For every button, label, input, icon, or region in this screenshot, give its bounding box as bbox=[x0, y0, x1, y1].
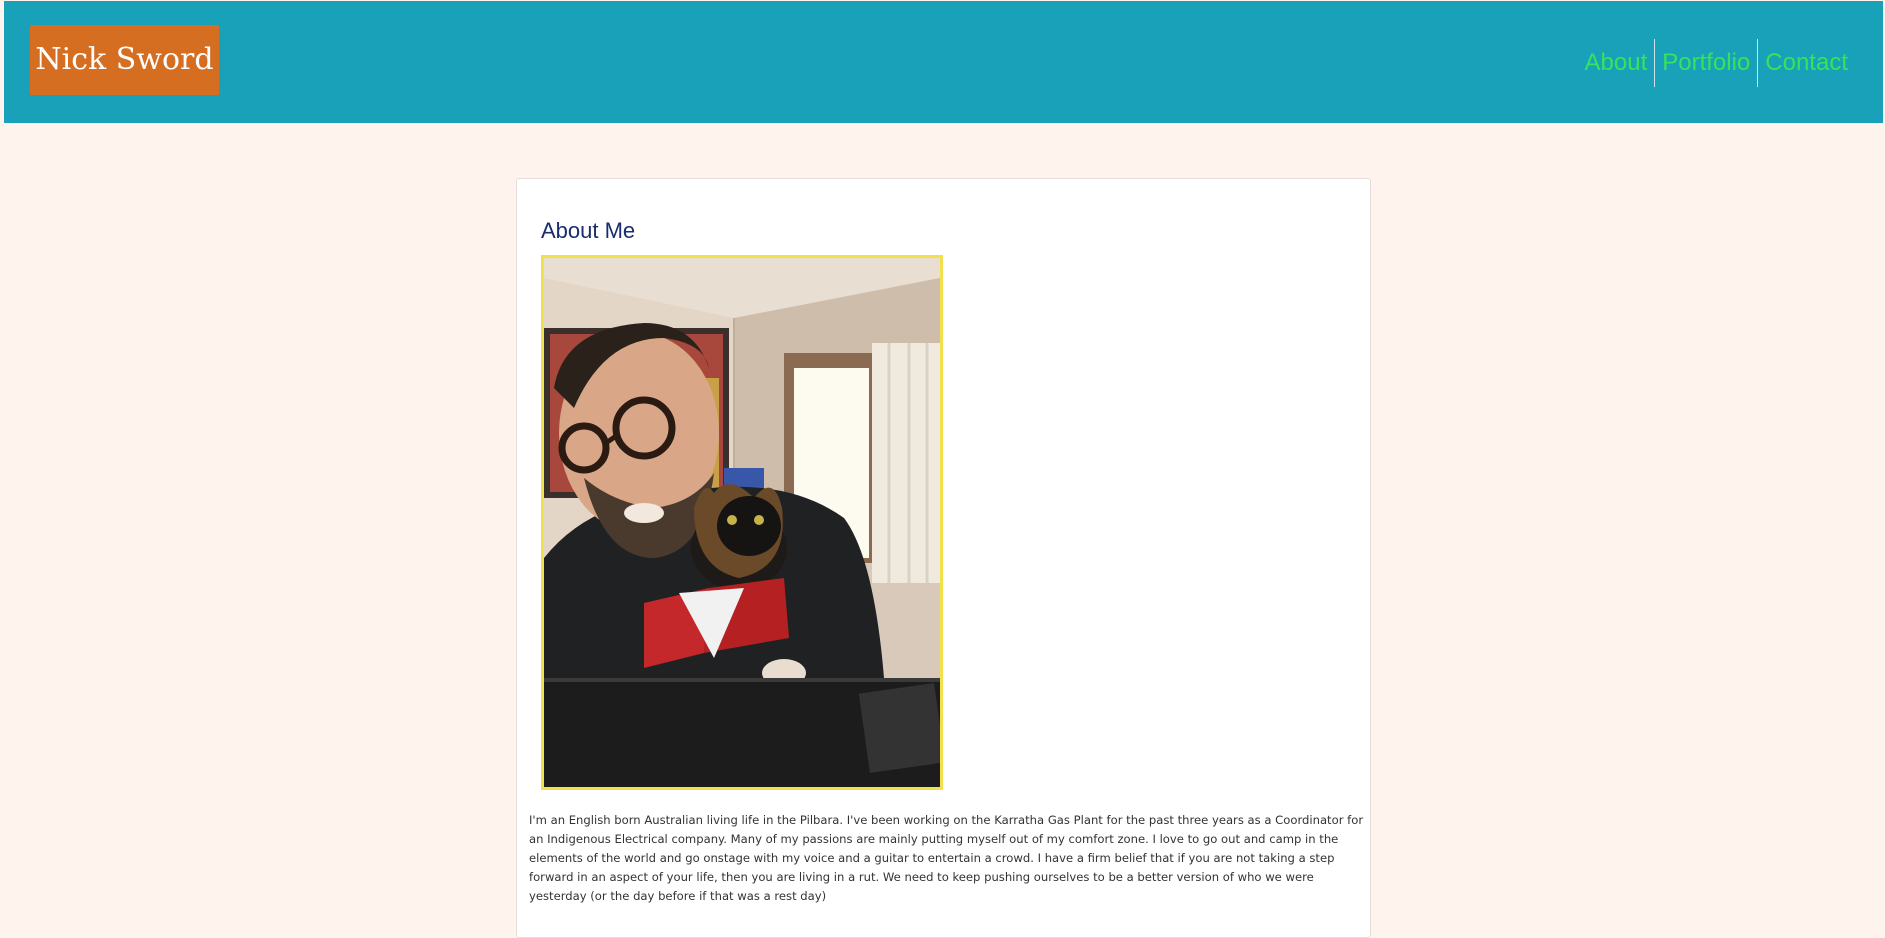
nav-divider bbox=[1654, 39, 1656, 87]
nav-divider bbox=[1757, 39, 1759, 87]
site-header: Nick Sword About Portfolio Contact bbox=[4, 1, 1883, 123]
site-logo[interactable]: Nick Sword bbox=[30, 25, 219, 95]
nav-link-contact[interactable]: Contact bbox=[1758, 39, 1855, 87]
about-title: About Me bbox=[541, 218, 636, 243]
nav-link-portfolio[interactable]: Portfolio bbox=[1655, 39, 1757, 87]
profile-photo bbox=[541, 255, 943, 790]
about-card: About Me I'm an English born Australian … bbox=[516, 178, 1371, 938]
main-nav: About Portfolio Contact bbox=[1578, 39, 1855, 87]
nav-link-about[interactable]: About bbox=[1578, 39, 1655, 87]
about-bio: I'm an English born Australian living li… bbox=[529, 813, 1364, 903]
